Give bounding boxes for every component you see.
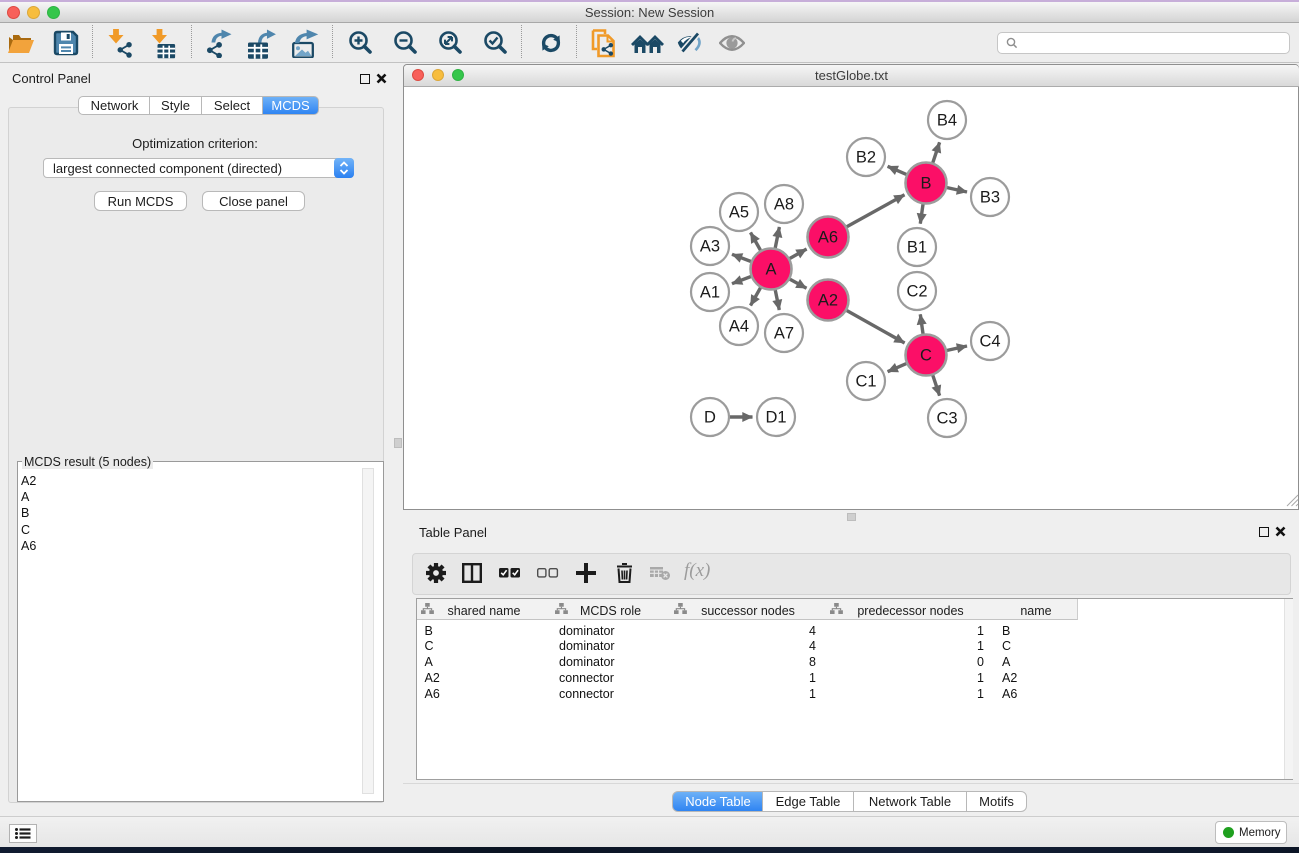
svg-text:D1: D1 [765,409,786,427]
svg-text:D: D [704,409,716,427]
svg-text:C3: C3 [936,410,957,428]
svg-text:C: C [920,347,932,365]
svg-text:C2: C2 [906,283,927,301]
svg-text:B4: B4 [937,112,957,130]
svg-text:A7: A7 [774,325,794,343]
svg-text:A: A [765,261,776,279]
svg-text:C1: C1 [855,373,876,391]
svg-text:B2: B2 [856,149,876,167]
svg-text:A1: A1 [700,284,720,302]
svg-text:A4: A4 [729,318,749,336]
svg-text:B1: B1 [907,239,927,257]
svg-text:A8: A8 [774,196,794,214]
svg-text:C4: C4 [979,333,1000,351]
svg-text:A3: A3 [700,238,720,256]
svg-text:A5: A5 [729,204,749,222]
svg-text:B: B [920,175,931,193]
svg-text:A2: A2 [818,292,838,310]
svg-text:B3: B3 [980,189,1000,207]
svg-text:A6: A6 [818,229,838,247]
